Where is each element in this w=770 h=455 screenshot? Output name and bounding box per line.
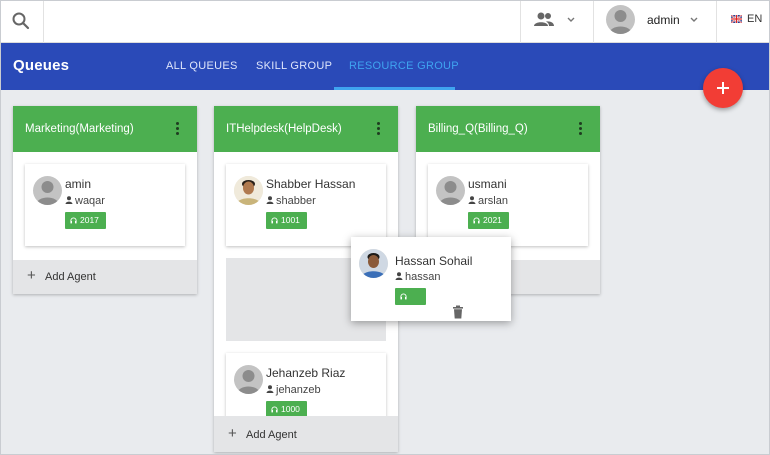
tab-resource-group[interactable]: RESOURCE GROUP: [349, 60, 459, 72]
dragging-agent-card[interactable]: Hassan Sohail hassan 1003: [351, 237, 511, 321]
avatar: [234, 365, 263, 394]
add-agent-label: Add Agent: [246, 429, 297, 441]
queue-title: Marketing(Marketing): [25, 123, 134, 135]
avatar[interactable]: [606, 5, 635, 34]
divider: [520, 0, 521, 43]
username-text: hassan: [405, 271, 441, 283]
person-icon: [65, 196, 73, 204]
person-icon: [266, 385, 274, 393]
uk-flag-icon[interactable]: [731, 15, 742, 23]
more-vert-icon[interactable]: [579, 122, 583, 136]
plus-icon: +: [27, 267, 36, 284]
headset-icon: [400, 293, 407, 300]
add-queue-button[interactable]: [703, 68, 743, 108]
queue-column-marketing: Marketing(Marketing) amin waqar 2017 + A…: [13, 106, 197, 294]
agent-card[interactable]: usmani arslan 2021: [428, 164, 588, 246]
agent-username: jehanzeb: [266, 384, 321, 396]
queue-header: Billing_Q(Billing_Q): [416, 106, 600, 152]
agent-username: arslan: [468, 195, 508, 207]
add-agent-button[interactable]: + Add Agent: [214, 416, 398, 452]
avatar: [33, 176, 62, 205]
page-title: Queues: [13, 57, 70, 74]
person-icon: [468, 196, 476, 204]
tab-all-queues[interactable]: ALL QUEUES: [166, 60, 238, 72]
extension-badge: 2021: [468, 212, 509, 229]
extension-badge: 2017: [65, 212, 106, 229]
agent-name: amin: [65, 177, 92, 191]
top-bar: admin EN: [0, 0, 770, 43]
trash-icon[interactable]: [452, 305, 464, 319]
chevron-down-icon[interactable]: [566, 16, 576, 24]
headset-icon: [271, 217, 278, 224]
queue-header: Marketing(Marketing): [13, 106, 197, 152]
more-vert-icon[interactable]: [377, 122, 381, 136]
agent-photo: [234, 176, 263, 205]
agent-username: waqar: [65, 195, 105, 207]
agent-photo: [359, 249, 388, 278]
extension-badge: 1001: [266, 212, 307, 229]
queue-title: ITHelpdesk(HelpDesk): [226, 123, 342, 135]
extension-text: 2017: [80, 215, 99, 225]
search-input[interactable]: [43, 0, 520, 43]
queue-title: Billing_Q(Billing_Q): [428, 123, 528, 135]
agent-card[interactable]: amin waqar 2017: [25, 164, 185, 246]
agent-card[interactable]: Shabber Hassan shabber 1001: [226, 164, 386, 246]
more-vert-icon[interactable]: [176, 122, 180, 136]
headset-icon: [271, 406, 278, 413]
divider: [593, 0, 594, 43]
username-text: shabber: [276, 195, 316, 207]
people-icon[interactable]: [533, 10, 555, 28]
agent-name: Hassan Sohail: [395, 254, 473, 268]
person-icon: [395, 272, 403, 280]
avatar: [436, 176, 465, 205]
plus-icon: +: [228, 425, 237, 442]
queues-header: Queues ALL QUEUES SKILL GROUP RESOURCE G…: [0, 43, 770, 90]
add-agent-label: Add Agent: [45, 271, 96, 283]
chevron-down-icon[interactable]: [689, 16, 699, 24]
person-icon: [266, 196, 274, 204]
queue-header: ITHelpdesk(HelpDesk): [214, 106, 398, 152]
user-name[interactable]: admin: [647, 13, 680, 27]
agent-username: shabber: [266, 195, 316, 207]
username-text: jehanzeb: [276, 384, 321, 396]
extension-text: 1001: [281, 215, 300, 225]
add-agent-button[interactable]: + Add Agent: [13, 260, 197, 293]
agent-name: usmani: [468, 177, 507, 191]
tab-skill-group[interactable]: SKILL GROUP: [256, 60, 332, 72]
extension-text: 1000: [281, 404, 300, 414]
extension-badge: 1003: [395, 288, 426, 305]
headset-icon: [70, 217, 77, 224]
agent-name: Shabber Hassan: [266, 177, 356, 191]
divider: [716, 0, 717, 43]
headset-icon: [473, 217, 480, 224]
extension-text: 2021: [483, 215, 502, 225]
language-selector[interactable]: EN: [747, 13, 762, 25]
username-text: arslan: [478, 195, 508, 207]
agent-name: Jehanzeb Riaz: [266, 366, 346, 380]
agent-username: hassan: [395, 271, 440, 283]
search-icon[interactable]: [11, 11, 31, 31]
username-text: waqar: [75, 195, 105, 207]
active-tab-indicator: [334, 87, 455, 90]
